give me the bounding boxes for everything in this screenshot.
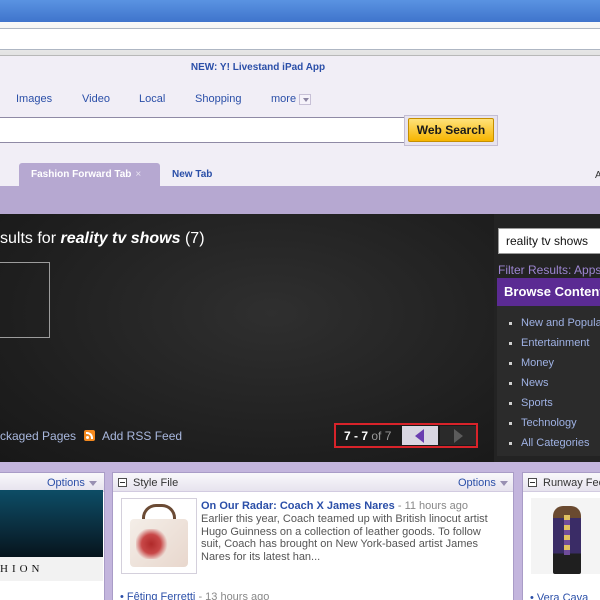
browse-item-news[interactable]: News: [521, 377, 549, 389]
previous-page-button[interactable]: [402, 426, 438, 445]
module-style-file-header: Style File Options: [113, 473, 513, 492]
browser-toolbar: [0, 22, 600, 56]
story-second-timestamp: - 13 hours ago: [198, 591, 270, 600]
collapse-icon[interactable]: [118, 478, 127, 487]
results-count: (7): [184, 230, 205, 247]
tab-new[interactable]: New Tab: [172, 163, 212, 187]
browse-item-all-categories[interactable]: All Categories: [521, 437, 589, 449]
bullet-icon: [509, 422, 512, 425]
story-headline[interactable]: On Our Radar: Coach X James Nares - 11 h…: [201, 500, 468, 512]
bag-print: [136, 529, 174, 559]
runway-story-link[interactable]: • Vera Cava: [530, 592, 588, 600]
browse-item-technology[interactable]: Technology: [521, 417, 577, 429]
tab-strip: [0, 186, 600, 214]
story-summary: Earlier this year, Coach teamed up with …: [201, 513, 488, 563]
collapse-icon[interactable]: [528, 478, 537, 487]
results-prefix: sults for: [0, 230, 61, 247]
bullet-icon: [509, 362, 512, 365]
add-rss-feed-link[interactable]: Add RSS Feed: [102, 429, 182, 443]
pager-count: 7 - 7 of 7: [344, 429, 391, 443]
browser-title-bar: [0, 0, 600, 22]
result-thumbnail[interactable]: [0, 262, 50, 338]
tab-fashion-forward[interactable]: Fashion Forward Tab ×: [19, 163, 160, 187]
results-query: reality tv shows: [60, 230, 181, 247]
filter-search-input[interactable]: reality tv shows: [498, 228, 600, 254]
pager-total: of 7: [371, 429, 392, 443]
chevron-down-icon[interactable]: [500, 481, 508, 486]
announcement-link[interactable]: NEW: Y! Livestand iPad App: [0, 62, 516, 73]
options-menu-style-file[interactable]: Options: [458, 477, 496, 489]
bullet-icon: [509, 442, 512, 445]
rss-icon: [84, 430, 95, 441]
tab-fashion-forward-label: Fashion Forward Tab: [31, 169, 132, 180]
close-icon[interactable]: ×: [135, 169, 141, 180]
story-second-item[interactable]: • Fêting Ferretti - 13 hours ago: [120, 591, 269, 600]
more-label: more: [271, 93, 297, 105]
pager-current: 7 - 7: [344, 429, 369, 443]
runway-image[interactable]: [531, 498, 600, 574]
vertical-tab-local[interactable]: Local: [139, 93, 165, 105]
options-menu-left[interactable]: Options: [47, 477, 85, 489]
bullet-icon: [509, 342, 512, 345]
address-field[interactable]: [0, 28, 600, 50]
next-page-button[interactable]: [440, 426, 476, 445]
browse-item-entertainment[interactable]: Entertainment: [521, 337, 589, 349]
video-thumbnail[interactable]: [0, 490, 103, 557]
chevron-down-icon[interactable]: [299, 93, 312, 105]
story-second-headline[interactable]: • Fêting Ferretti: [120, 591, 195, 600]
web-search-input[interactable]: [0, 117, 405, 143]
vertical-tab-more[interactable]: more: [271, 93, 312, 105]
vertical-tab-images[interactable]: Images: [16, 93, 52, 105]
video-caption: HION: [0, 557, 103, 581]
vertical-tab-shopping[interactable]: Shopping: [195, 93, 242, 105]
story-headline-text[interactable]: On Our Radar: Coach X James Nares: [201, 500, 395, 512]
packaged-pages-link[interactable]: ckaged Pages: [0, 429, 76, 443]
browse-item-money[interactable]: Money: [521, 357, 554, 369]
story-timestamp: - 11 hours ago: [397, 500, 468, 512]
filter-results-label: Filter Results: Apps: [498, 263, 600, 277]
results-pager: 7 - 7 of 7: [334, 423, 478, 448]
handbag-image[interactable]: [121, 498, 197, 574]
module-title-style-file: Style File: [133, 477, 179, 489]
module-runway-header: Runway Feed: [523, 473, 600, 492]
bullet-icon: [509, 402, 512, 405]
web-search-button[interactable]: Web Search: [408, 118, 494, 142]
tab-previous-partial[interactable]: b: [0, 163, 6, 187]
header-edge-text: A: [595, 170, 600, 181]
bullet-icon: [509, 322, 512, 325]
browse-item-new-popular[interactable]: New and Popular: [521, 317, 600, 329]
runway-scarf: [564, 515, 570, 555]
chevron-down-icon[interactable]: [89, 481, 97, 486]
module-title-runway: Runway Feed: [543, 477, 600, 489]
results-heading: sults for reality tv shows (7): [0, 230, 205, 248]
browse-content-header: Browse Content: [497, 278, 600, 306]
bullet-icon: [509, 382, 512, 385]
vertical-tab-video[interactable]: Video: [82, 93, 110, 105]
browse-item-sports[interactable]: Sports: [521, 397, 553, 409]
